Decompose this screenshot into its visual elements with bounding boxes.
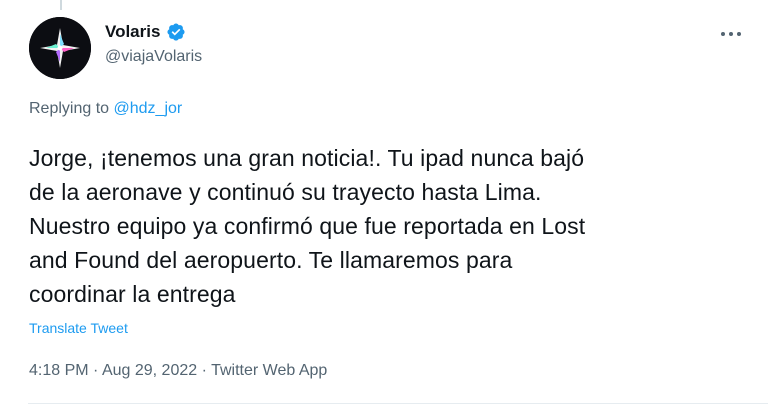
more-options-button[interactable] bbox=[716, 22, 746, 46]
divider bbox=[28, 403, 768, 404]
tweet-date[interactable]: Aug 29, 2022 bbox=[102, 362, 197, 379]
tweet-text-line: de la aeronave y continuó su trayecto ha… bbox=[29, 179, 542, 205]
reply-context: Replying to @hdz_jor bbox=[29, 100, 182, 118]
more-horizontal-icon bbox=[721, 32, 741, 36]
verified-badge-icon bbox=[166, 22, 186, 42]
author-handle[interactable]: @viajaVolaris bbox=[105, 48, 202, 66]
avatar[interactable] bbox=[29, 17, 91, 79]
tweet-text-line: Jorge, ¡tenemos una gran noticia!. Tu ip… bbox=[29, 145, 585, 171]
meta-separator: · bbox=[93, 362, 99, 379]
author-display-name[interactable]: Volaris bbox=[105, 22, 160, 42]
translate-tweet-link[interactable]: Translate Tweet bbox=[29, 320, 128, 336]
volaris-logo-icon bbox=[29, 17, 91, 79]
meta-separator: · bbox=[201, 362, 207, 379]
tweet-time[interactable]: 4:18 PM bbox=[29, 362, 89, 379]
tweet-source-app[interactable]: Twitter Web App bbox=[211, 362, 327, 379]
author-name-row: Volaris bbox=[105, 22, 186, 42]
tweet-metadata: 4:18 PM · Aug 29, 2022 · Twitter Web App bbox=[29, 362, 327, 380]
reply-mention-link[interactable]: @hdz_jor bbox=[114, 100, 183, 117]
tweet-text-line: and Found del aeropuerto. Te llamaremos … bbox=[29, 247, 513, 273]
tweet-text: Jorge, ¡tenemos una gran noticia!. Tu ip… bbox=[29, 141, 749, 311]
tweet-text-line: Nuestro equipo ya confirmó que fue repor… bbox=[29, 213, 586, 239]
thread-connector-line bbox=[60, 0, 62, 10]
tweet-text-line: coordinar la entrega bbox=[29, 281, 236, 307]
tweet-card: Volaris @viajaVolaris Replying to @hdz_j… bbox=[0, 0, 768, 408]
reply-prefix: Replying to bbox=[29, 100, 110, 117]
